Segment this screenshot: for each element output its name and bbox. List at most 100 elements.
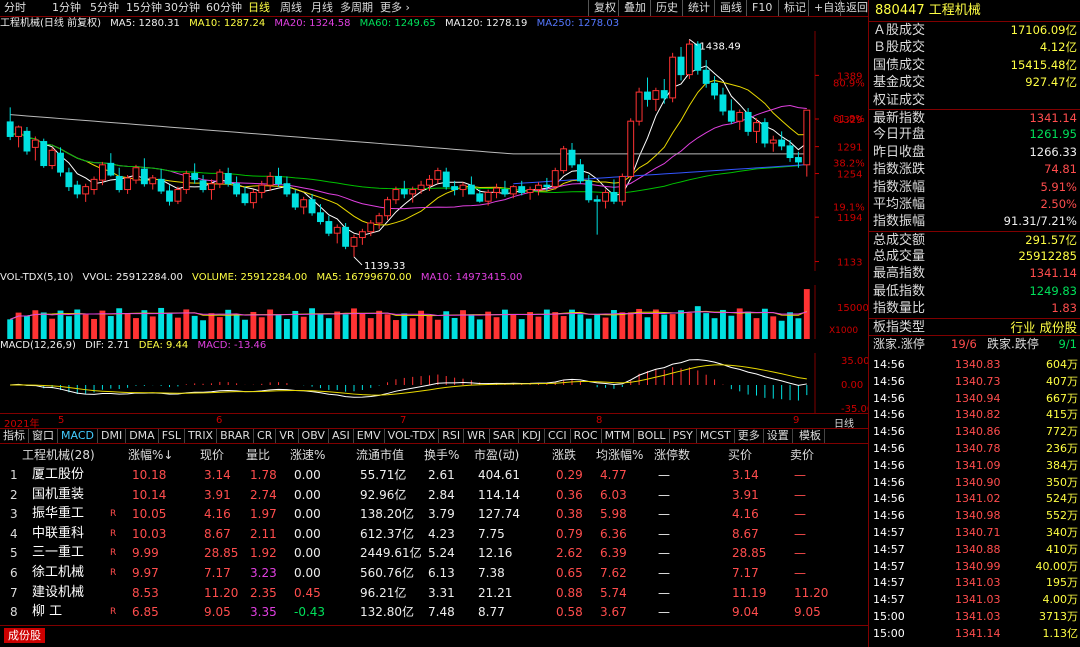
toolbar-button-0[interactable]: 复权	[588, 0, 621, 16]
stock-name[interactable]: 国机重装	[32, 485, 84, 505]
indicator-tab-6[interactable]: TRIX	[185, 429, 218, 443]
template-tab[interactable]: 模板	[796, 429, 825, 443]
indicator-tab-17[interactable]: KDJ	[519, 429, 545, 443]
ma250-label: MA250: 1278.03	[536, 18, 620, 29]
stock-name[interactable]: 三一重工	[32, 543, 84, 563]
cell-ask: —	[794, 487, 806, 502]
stock-name[interactable]: 厦工股份	[32, 465, 84, 485]
candle-body	[652, 90, 660, 100]
tick-price: 1340.98	[955, 509, 1001, 523]
indicator-tab-2[interactable]: MACD	[58, 429, 98, 443]
indicator-tab-22[interactable]: PSY	[670, 429, 697, 443]
col-header-6[interactable]: 换手%	[424, 445, 459, 465]
indicator-tab-8[interactable]: CR	[254, 429, 277, 443]
table-row[interactable]: 2 国机重装 10.14 3.91 2.74 0.00 92.96亿 2.84 114.14 0.…	[0, 485, 868, 505]
stock-name[interactable]: 中联重科	[32, 524, 84, 544]
toolbar-button-5[interactable]: F10	[746, 0, 777, 16]
period-tab-3[interactable]: 15分钟	[126, 1, 162, 15]
toolbar-button-2[interactable]: 历史	[650, 0, 683, 16]
volume-bar	[124, 313, 131, 339]
cell-chg: 10.05	[132, 507, 167, 522]
indicator-tab-23[interactable]: MCST	[697, 429, 735, 443]
period-tab-9[interactable]: 多周期	[340, 1, 373, 15]
period-tab-7[interactable]: 周线	[280, 1, 302, 15]
col-header-8[interactable]: 涨跌	[552, 445, 576, 465]
candle-body	[702, 69, 710, 84]
volume-bar	[728, 315, 735, 339]
indicator-tab-9[interactable]: VR	[276, 429, 299, 443]
col-header-3[interactable]: 量比	[246, 445, 270, 465]
candle	[442, 167, 450, 190]
tick-row: 14:56 1341.09 384万	[869, 458, 1080, 475]
col-header-1[interactable]: 涨幅%↓	[128, 445, 173, 465]
table-row[interactable]: 6 徐工机械 R 9.97 7.17 3.23 0.00 560.76亿 6.13 7.38 0.6…	[0, 563, 868, 583]
indicator-tab-1[interactable]: 窗口	[29, 429, 58, 443]
stock-name[interactable]: 柳 工	[32, 602, 62, 622]
table-row[interactable]: 4 中联重科 R 10.03 8.67 2.11 0.00 612.37亿 4.23 7.75 0.…	[0, 524, 868, 544]
candle-body	[518, 186, 526, 193]
indicator-tab-18[interactable]: CCI	[545, 429, 571, 443]
indicator-tab-11[interactable]: ASI	[329, 429, 354, 443]
volume-bar	[283, 318, 290, 339]
stock-name[interactable]: 建设机械	[32, 583, 84, 603]
period-tab-8[interactable]: 月线	[311, 1, 333, 15]
volume-chart[interactable]: 15000 X1000	[0, 285, 868, 339]
stock-name[interactable]: 徐工机械	[32, 563, 84, 583]
period-tab-10[interactable]: 更多 ›	[380, 1, 410, 15]
indicator-tab-20[interactable]: MTM	[602, 429, 635, 443]
col-header-10[interactable]: 涨停数	[654, 445, 690, 465]
indicator-tab-5[interactable]: FSL	[159, 429, 185, 443]
table-row[interactable]: 7 建设机械 8.53 11.20 2.35 0.45 96.21亿 3.31 21.21 0.8…	[0, 583, 868, 603]
period-tab-6[interactable]: 日线	[248, 1, 270, 15]
stat-row: 指数涨幅 5.91%	[869, 179, 1080, 196]
col-header-9[interactable]: 均涨幅%	[596, 445, 643, 465]
indicator-tab-3[interactable]: DMI	[98, 429, 127, 443]
toolbar-button-3[interactable]: 统计	[682, 0, 715, 16]
toolbar-button-6[interactable]: 标记	[778, 0, 811, 16]
period-tab-0[interactable]: 分时	[4, 1, 26, 15]
col-header-0[interactable]: 工程机械(28)	[22, 445, 95, 465]
indicator-tab-16[interactable]: SAR	[490, 429, 520, 443]
constituents-tab[interactable]: 成份股	[4, 628, 45, 643]
indicator-tab-12[interactable]: EMV	[354, 429, 385, 443]
col-header-5[interactable]: 流通市值	[356, 445, 404, 465]
stat-row: 权证成交	[869, 92, 1080, 109]
indicator-tab-19[interactable]: ROC	[571, 429, 602, 443]
indicator-tab-4[interactable]: DMA	[126, 429, 159, 443]
period-tab-1[interactable]: 1分钟	[52, 1, 81, 15]
indicator-tab-15[interactable]: WR	[464, 429, 490, 443]
col-header-11[interactable]: 买价	[728, 445, 752, 465]
cell-turn: 2.84	[428, 487, 455, 502]
indicator-tab-14[interactable]: RSI	[439, 429, 465, 443]
indicator-tab-7[interactable]: BRAR	[217, 429, 255, 443]
tick-time: 14:56	[873, 475, 905, 489]
volume-bar	[250, 311, 257, 339]
table-row[interactable]: 1 厦工股份 10.18 3.14 1.78 0.00 55.71亿 2.61 404.61 0.…	[0, 465, 868, 485]
period-tab-2[interactable]: 5分钟	[90, 1, 119, 15]
indicator-tab-21[interactable]: BOLL	[634, 429, 670, 443]
toolbar-button-4[interactable]: 画线	[714, 0, 747, 16]
toolbar-button-1[interactable]: 叠加	[618, 0, 651, 16]
period-tab-4[interactable]: 30分钟	[164, 1, 200, 15]
volume-bar	[753, 318, 760, 339]
table-row[interactable]: 5 三一重工 R 9.99 28.85 1.92 0.00 2449.61亿 5.24 12.16…	[0, 543, 868, 563]
period-tab-5[interactable]: 60分钟	[206, 1, 242, 15]
stock-name[interactable]: 振华重工	[32, 504, 84, 524]
col-header-2[interactable]: 现价	[200, 445, 224, 465]
col-header-7[interactable]: 市盈(动)	[474, 445, 519, 465]
candle-body	[132, 167, 140, 181]
cell-ask: —	[794, 546, 806, 561]
indicator-tab-24[interactable]: 更多	[735, 429, 764, 443]
col-header-4[interactable]: 涨速%	[290, 445, 325, 465]
indicator-tab-10[interactable]: OBV	[299, 429, 329, 443]
table-row[interactable]: 8 柳 工 R 6.85 9.05 3.35 -0.43 132.80亿 7.48 8.77 0.5…	[0, 602, 868, 622]
indicator-tab-13[interactable]: VOL-TDX	[385, 429, 440, 443]
macd-chart[interactable]: 35.00 0.00 -35.00	[0, 353, 868, 413]
volume-bar	[678, 310, 684, 339]
kline-chart[interactable]: 13891329129112541194113380.9%61.8%38.2%1…	[0, 31, 868, 271]
indicator-tab-25[interactable]: 设置	[764, 429, 793, 443]
table-row[interactable]: 3 振华重工 R 10.05 4.16 1.97 0.00 138.20亿 3.79 127.74…	[0, 504, 868, 524]
col-header-12[interactable]: 卖价	[790, 445, 814, 465]
volume-bar	[242, 319, 248, 339]
indicator-tab-0[interactable]: 指标	[0, 429, 29, 443]
